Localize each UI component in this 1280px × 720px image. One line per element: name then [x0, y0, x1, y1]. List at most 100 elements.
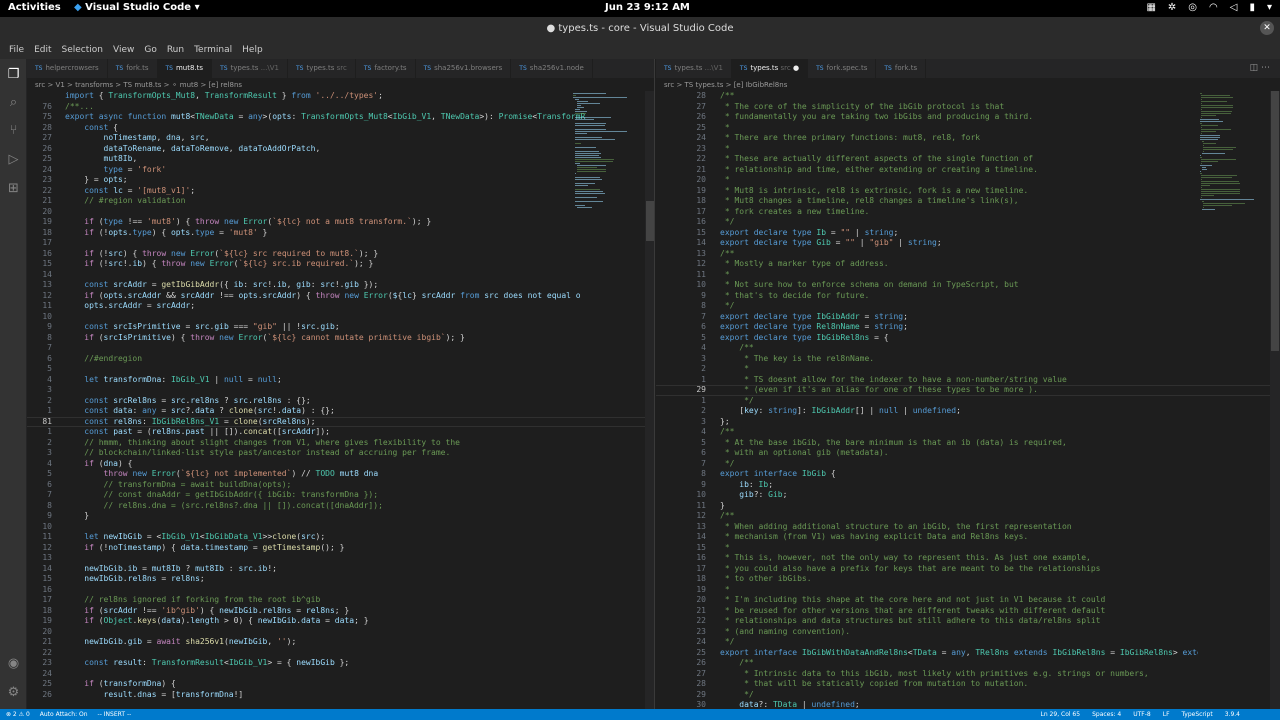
editor-tab[interactable]: TS types.ts ...\V1	[656, 59, 732, 78]
code-line[interactable]: //#endregion	[65, 354, 594, 365]
code-line[interactable]: */	[720, 690, 1198, 701]
code-line[interactable]: const {	[65, 123, 594, 134]
code-line[interactable]: export interface IbGib {	[720, 469, 1198, 480]
menu-selection[interactable]: Selection	[57, 41, 108, 59]
scrollbar-thumb[interactable]	[646, 201, 654, 241]
code-line[interactable]: const data: any = src?.data ? clone(src!…	[65, 406, 594, 417]
code-line[interactable]: throw new Error(`${lc} not implemented`)…	[65, 469, 594, 480]
code-line[interactable]: * When adding additional structure to an…	[720, 522, 1198, 533]
code-line[interactable]: * fundamentally you are taking two ibGib…	[720, 112, 1198, 123]
code-line[interactable]: * Mostly a marker type of address.	[720, 259, 1198, 270]
code-line[interactable]: /**	[720, 91, 1198, 102]
code-line[interactable]: opts.srcAddr = srcAddr;	[65, 301, 594, 312]
code-line[interactable]: const rel8ns: IbGibRel8ns_V1 = clone(src…	[65, 417, 594, 428]
code-line[interactable]: newIbGib.ib = mut8Ib ? mut8Ib : src.ib!;	[65, 564, 594, 575]
code-line[interactable]: } = opts;	[65, 175, 594, 186]
code-line[interactable]: if (srcAddr !== 'ib^gib') { newIbGib.rel…	[65, 606, 594, 617]
editor-tab[interactable]: TS sha256v1.node	[511, 59, 593, 78]
code-line[interactable]: };	[720, 417, 1198, 428]
code-line[interactable]: data?: TData | undefined;	[720, 700, 1198, 709]
code-line[interactable]: *	[720, 364, 1198, 375]
code-line[interactable]: // const dnaAddr = getIbGibAddr({ ibGib:…	[65, 490, 594, 501]
code-line[interactable]: const lc = '[mut8_v1]';	[65, 186, 594, 197]
code-line[interactable]: export async function mut8<TNewData = an…	[65, 112, 594, 123]
code-line[interactable]: // blockchain/linked-list style past/anc…	[65, 448, 594, 459]
code-line[interactable]: * (and naming convention).	[720, 627, 1198, 638]
code-line[interactable]: /**	[720, 658, 1198, 669]
language-mode[interactable]: TypeScript	[1182, 711, 1213, 718]
menu-terminal[interactable]: Terminal	[189, 41, 237, 59]
code-line[interactable]: import { TransformOpts_Mut8, TransformRe…	[65, 91, 594, 102]
code-line[interactable]: // hmmm, thinking about slight changes f…	[65, 438, 594, 449]
code-line[interactable]: if (srcIsPrimitive) { throw new Error(`$…	[65, 333, 594, 344]
settings-icon[interactable]: ✲	[1168, 2, 1176, 13]
code-line[interactable]: [key: string]: IbGibAddr[] | null | unde…	[720, 406, 1198, 417]
menu-edit[interactable]: Edit	[29, 41, 56, 59]
code-line[interactable]: gib?: Gib;	[720, 490, 1198, 501]
code-line[interactable]: type = 'fork'	[65, 165, 594, 176]
code-line[interactable]: let transformDna: IbGib_V1 | null = null…	[65, 375, 594, 386]
code-line[interactable]	[65, 522, 594, 533]
battery-icon[interactable]: ▮	[1249, 2, 1255, 13]
code-line[interactable]: const past = (rel8ns.past || []).concat(…	[65, 427, 594, 438]
code-line[interactable]: ib: Ib;	[720, 480, 1198, 491]
code-line[interactable]: // transformDna = await buildDna(opts);	[65, 480, 594, 491]
minimap[interactable]	[573, 91, 643, 709]
code-line[interactable]: * Not sure how to enforce schema on dema…	[720, 280, 1198, 291]
volume-icon[interactable]: ◁	[1230, 2, 1238, 13]
code-line[interactable]: }	[720, 501, 1198, 512]
code-line[interactable]: */	[720, 396, 1198, 407]
editor-tab[interactable]: TS types.ts src	[288, 59, 356, 78]
explorer-icon[interactable]: ❐	[6, 67, 21, 82]
cursor-position[interactable]: Ln 29, Col 65	[1041, 711, 1081, 718]
code-line[interactable]: * Mut8 changes a timeline, rel8 changes …	[720, 196, 1198, 207]
clock[interactable]: Jun 23 9:12 AM	[605, 2, 690, 13]
code-line[interactable]: * The core of the simplicity of the ibGi…	[720, 102, 1198, 113]
code-line[interactable]: dataToRename, dataToRemove, dataToAddOrP…	[65, 144, 594, 155]
menu-run[interactable]: Run	[162, 41, 189, 59]
encoding[interactable]: UTF-8	[1133, 711, 1151, 718]
code-line[interactable]: /**	[720, 427, 1198, 438]
code-line[interactable]	[65, 669, 594, 680]
code-line[interactable]: * I'm including this shape at the core h…	[720, 595, 1198, 606]
code-line[interactable]: export declare type Rel8nName = string;	[720, 322, 1198, 333]
close-window-button[interactable]: ✕	[1260, 21, 1274, 35]
code-line[interactable]: result.dnas = [transformDna!]	[65, 690, 594, 701]
code-line[interactable]	[65, 648, 594, 659]
code-line[interactable]: * mechanism (from V1) was having explici…	[720, 532, 1198, 543]
editor-tab[interactable]: TS factory.ts	[356, 59, 416, 78]
code-line[interactable]: const srcIsPrimitive = src.gib === "gib"…	[65, 322, 594, 333]
code-line[interactable]: * fork creates a new timeline.	[720, 207, 1198, 218]
search-icon[interactable]: ⌕	[6, 95, 21, 110]
code-line[interactable]	[65, 627, 594, 638]
code-line[interactable]: let newIbGib = <IbGib_V1<IbGibData_V1>>c…	[65, 532, 594, 543]
wifi-icon[interactable]: ◠	[1209, 2, 1218, 13]
code-line[interactable]: * with an optional gib (metadata).	[720, 448, 1198, 459]
code-line[interactable]: if (transformDna) {	[65, 679, 594, 690]
code-line[interactable]: const result: TransformResult<IbGib_V1> …	[65, 658, 594, 669]
code-line[interactable]: export declare type IbGibAddr = string;	[720, 312, 1198, 323]
code-line[interactable]: noTimestamp, dna, src,	[65, 133, 594, 144]
code-line[interactable]: * These are actually different aspects o…	[720, 154, 1198, 165]
code-line[interactable]: * TS doesnt allow for the indexer to hav…	[720, 375, 1198, 386]
code-line[interactable]: const srcAddr = getIbGibAddr({ ib: src!.…	[65, 280, 594, 291]
code-line[interactable]	[65, 585, 594, 596]
split-editor-icon[interactable]: ◫ ⋯	[1250, 63, 1270, 73]
code-line[interactable]: // #region validation	[65, 196, 594, 207]
code-editor[interactable]: 28/** 27 * The core of the simplicity of …	[656, 91, 1280, 709]
code-line[interactable]: if (!opts.type) { opts.type = 'mut8' }	[65, 228, 594, 239]
code-line[interactable]: newIbGib.rel8ns = rel8ns;	[65, 574, 594, 585]
problems-indicator[interactable]: ⊗ 2 ⚠ 0	[6, 711, 30, 718]
code-line[interactable]: * At the base ibGib, the bare minimum is…	[720, 438, 1198, 449]
code-line[interactable]: /**	[720, 249, 1198, 260]
code-line[interactable]	[65, 238, 594, 249]
line-ending[interactable]: LF	[1163, 711, 1170, 718]
code-line[interactable]: export declare type IbGibRel8ns = {	[720, 333, 1198, 344]
code-line[interactable]: export interface IbGibWithDataAndRel8ns<…	[720, 648, 1198, 659]
code-line[interactable]: /**...	[65, 102, 594, 113]
code-line[interactable]: if (!src!.ib) { throw new Error(`${lc} s…	[65, 259, 594, 270]
code-line[interactable]: * relationships and data structures but …	[720, 616, 1198, 627]
editor-tab[interactable]: TS mut8.ts	[157, 59, 213, 78]
code-line[interactable]: * you could also have a prefix for keys …	[720, 564, 1198, 575]
code-line[interactable]: * to other ibGibs.	[720, 574, 1198, 585]
